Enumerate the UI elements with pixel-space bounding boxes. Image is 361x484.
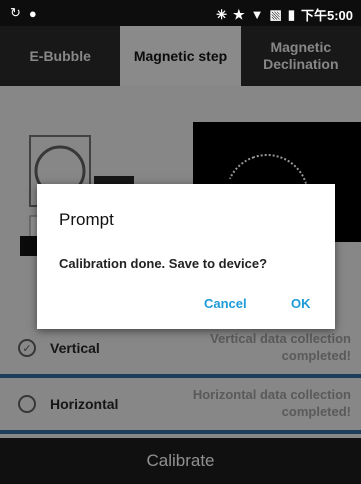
ok-button[interactable]: OK — [291, 296, 311, 311]
battery-icon: ▮ — [287, 6, 295, 22]
prompt-dialog: Prompt Calibration done. Save to device?… — [37, 184, 335, 329]
sync-icon: ↻ — [10, 5, 21, 20]
status-bar: ↻ ● ✳ ★ ▼ ▧ ▮ 下午5:00 — [0, 0, 361, 26]
signal-icon: ▼ — [250, 7, 264, 22]
star-icon: ★ — [232, 6, 245, 22]
dialog-title: Prompt — [59, 210, 114, 229]
location-icon: ● — [28, 5, 37, 21]
dialog-message: Calibration done. Save to device? — [59, 256, 268, 271]
bluetooth-icon: ✳ — [216, 6, 227, 22]
cancel-button[interactable]: Cancel — [204, 296, 247, 311]
no-sim-icon: ▧ — [269, 6, 282, 22]
status-time: 下午5:00 — [300, 8, 353, 23]
